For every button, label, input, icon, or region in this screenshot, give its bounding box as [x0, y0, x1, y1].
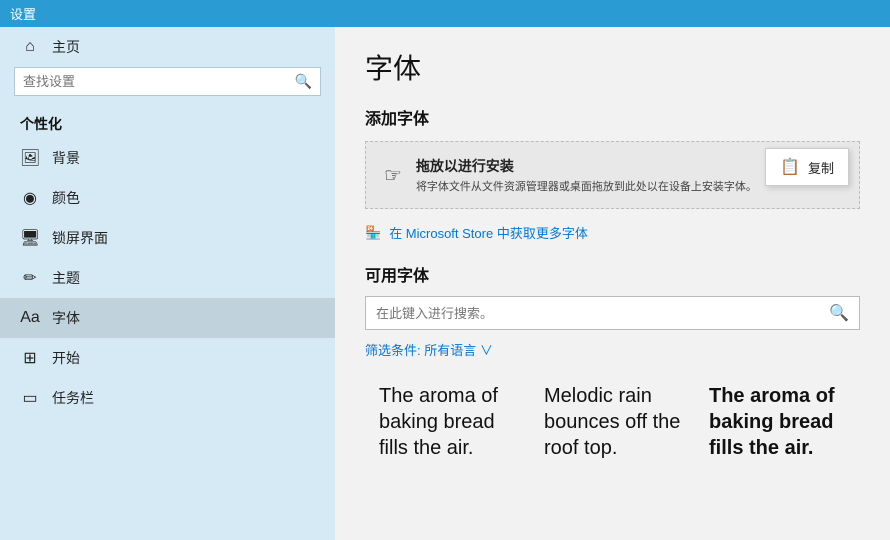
sidebar-item-start[interactable]: ⊞ 开始	[0, 338, 335, 378]
font-card-0[interactable]: The aroma of baking bread fills the air.	[365, 373, 530, 471]
filter-row: 筛选条件: 所有语言 ∨	[365, 340, 860, 359]
home-icon: ⌂	[20, 38, 40, 56]
sidebar-group-title: 个性化	[0, 106, 335, 138]
store-link[interactable]: 🏪 在 Microsoft Store 中获取更多字体	[365, 223, 860, 242]
filter-value[interactable]: 所有语言	[424, 343, 476, 358]
store-icon: 🏪	[365, 225, 381, 241]
font-card-1[interactable]: Melodic rain bounces off the roof top.	[530, 373, 695, 471]
sidebar-font-label: 字体	[52, 308, 80, 328]
theme-icon: ✏	[20, 268, 40, 288]
sidebar-start-label: 开始	[52, 348, 80, 368]
start-icon: ⊞	[20, 348, 40, 368]
drop-zone-title: 拖放以进行安装	[416, 156, 757, 176]
sidebar-item-theme[interactable]: ✏ 主题	[0, 258, 335, 298]
store-link-text: 在 Microsoft Store 中获取更多字体	[389, 223, 588, 242]
sidebar-item-font[interactable]: Aa 字体	[0, 298, 335, 338]
sidebar-item-lockscreen[interactable]: 🖥 锁屏界面	[0, 218, 335, 258]
taskbar-icon: ▭	[20, 388, 40, 408]
font-card-2[interactable]: The aroma of baking bread fills the air.	[695, 373, 860, 471]
drop-zone-text-block: 拖放以进行安装 将字体文件从文件资源管理器或桌面拖放到此处以在设备上安装字体。	[416, 156, 757, 194]
title-bar-label: 设置	[10, 7, 36, 22]
main-layout: ⌂ 主页 🔍 个性化 🖼 背景 ◉ 颜色 🖥 锁屏界面 ✏ 主题 Aa 字体	[0, 27, 890, 540]
tooltip-popup: 📋 复制	[765, 148, 849, 186]
font-search-input[interactable]	[376, 306, 829, 321]
sidebar-item-color[interactable]: ◉ 颜色	[0, 178, 335, 218]
font-preview-0: The aroma of baking bread fills the air.	[379, 383, 516, 461]
sidebar-taskbar-label: 任务栏	[52, 388, 94, 408]
font-search-icon: 🔍	[829, 303, 849, 323]
drop-zone[interactable]: ☞ 拖放以进行安装 将字体文件从文件资源管理器或桌面拖放到此处以在设备上安装字体…	[365, 141, 860, 209]
tooltip-label: 复制	[808, 158, 834, 177]
filter-label: 筛选条件:	[365, 343, 421, 358]
page-title: 字体	[365, 47, 860, 87]
sidebar-background-label: 背景	[52, 148, 80, 168]
content-area: 字体 添加字体 ☞ 拖放以进行安装 将字体文件从文件资源管理器或桌面拖放到此处以…	[335, 27, 890, 540]
drag-cursor-icon: ☞	[384, 163, 402, 188]
sidebar-lockscreen-label: 锁屏界面	[52, 228, 108, 248]
sidebar: ⌂ 主页 🔍 个性化 🖼 背景 ◉ 颜色 🖥 锁屏界面 ✏ 主题 Aa 字体	[0, 27, 335, 540]
filter-chevron-icon: ∨	[480, 343, 493, 358]
sidebar-theme-label: 主题	[52, 268, 80, 288]
font-icon: Aa	[20, 309, 40, 327]
sidebar-home-label: 主页	[52, 37, 80, 57]
sidebar-item-taskbar[interactable]: ▭ 任务栏	[0, 378, 335, 418]
lockscreen-icon: 🖥	[20, 228, 40, 248]
copy-icon: 📋	[780, 157, 800, 177]
background-icon: 🖼	[20, 148, 40, 168]
drop-zone-subtitle: 将字体文件从文件资源管理器或桌面拖放到此处以在设备上安装字体。	[416, 178, 757, 194]
font-cards: The aroma of baking bread fills the air.…	[365, 373, 860, 471]
color-icon: ◉	[20, 188, 40, 208]
add-font-heading: 添加字体	[365, 105, 860, 129]
available-fonts-heading: 可用字体	[365, 262, 860, 286]
sidebar-search-icon: 🔍	[295, 73, 312, 90]
sidebar-item-background[interactable]: 🖼 背景	[0, 138, 335, 178]
sidebar-color-label: 颜色	[52, 188, 80, 208]
sidebar-search-box[interactable]: 🔍	[14, 67, 321, 96]
title-bar: 设置	[0, 0, 890, 27]
sidebar-search-input[interactable]	[23, 74, 295, 89]
sidebar-item-home[interactable]: ⌂ 主页	[0, 27, 335, 67]
font-search-box[interactable]: 🔍	[365, 296, 860, 330]
font-preview-1: Melodic rain bounces off the roof top.	[544, 383, 681, 461]
font-preview-2: The aroma of baking bread fills the air.	[709, 383, 846, 461]
